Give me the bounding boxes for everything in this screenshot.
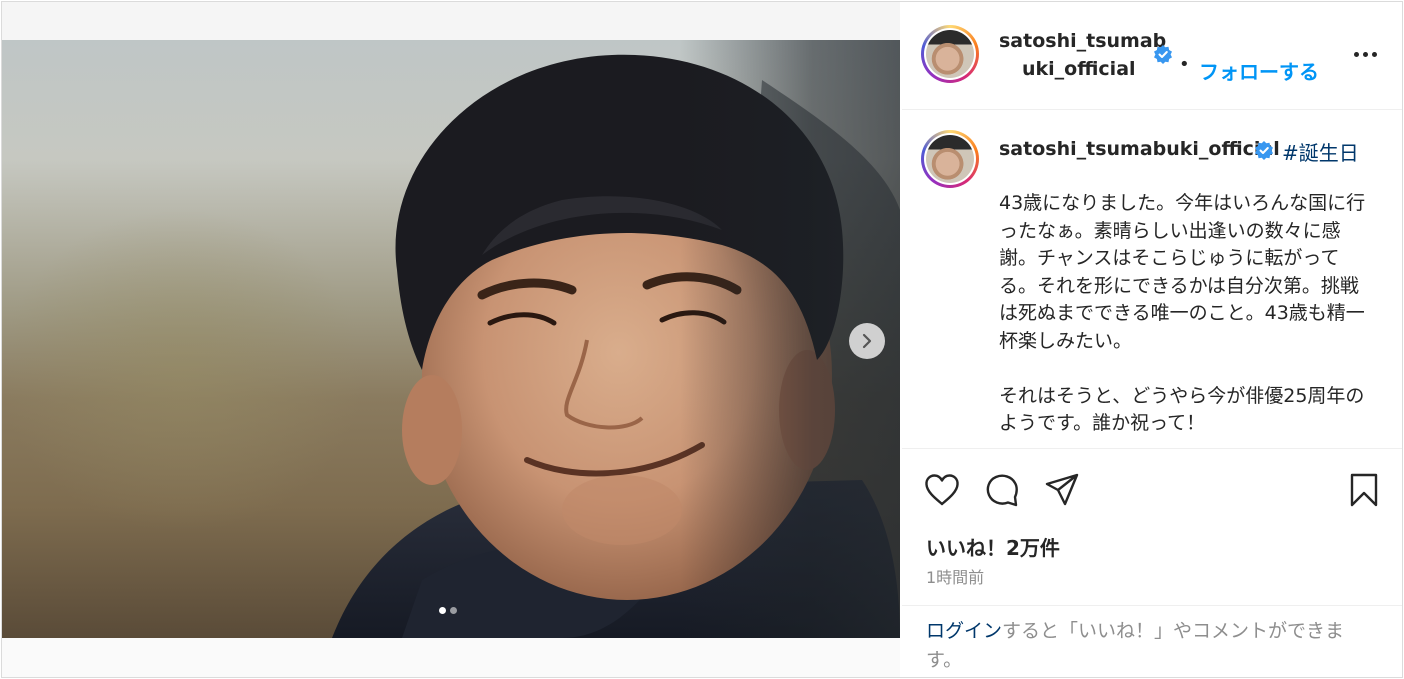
- share-icon: [1045, 473, 1079, 506]
- follow-button[interactable]: フォローする: [1199, 56, 1319, 85]
- share-button[interactable]: [1042, 470, 1082, 510]
- heart-icon: [925, 474, 959, 506]
- header-username-line1[interactable]: satoshi_tsumab: [999, 30, 1166, 52]
- verified-badge-icon: [1255, 141, 1273, 160]
- header-username-line2[interactable]: uki_official: [1022, 58, 1136, 80]
- carousel-indicator: [439, 607, 457, 614]
- like-count[interactable]: いいね！2万件: [926, 532, 1060, 561]
- post-timestamp[interactable]: 1時間前: [926, 564, 984, 588]
- avatar-image: [926, 30, 974, 78]
- caption-section: satoshi_tsumabuki_official #誕生日 43歳になりまし…: [902, 111, 1402, 449]
- comment-button[interactable]: [982, 470, 1022, 510]
- caption-text: 43歳になりました。今年はいろんな国に行ったなぁ。素晴らしい出逢いの数々に感謝。…: [999, 192, 1366, 434]
- comment-icon: [986, 474, 1018, 507]
- post-header: satoshi_tsumab uki_official • フォローする: [902, 2, 1402, 110]
- save-button[interactable]: [1344, 470, 1384, 510]
- caption-username[interactable]: satoshi_tsumabuki_official: [999, 138, 1280, 160]
- caption-avatar-image: [926, 135, 974, 183]
- login-prompt: ログインすると「いいね！」やコメントができます。: [902, 605, 1402, 677]
- carousel-dot: [450, 607, 457, 614]
- login-prompt-text: ログインすると「いいね！」やコメントができます。: [926, 617, 1376, 675]
- caption-avatar[interactable]: [921, 130, 979, 188]
- carousel-dot-active: [439, 607, 446, 614]
- post-sidebar: satoshi_tsumab uki_official • フォローする sat…: [902, 2, 1402, 677]
- post-photo[interactable]: [2, 40, 900, 638]
- verified-badge-icon: [1154, 45, 1172, 64]
- post-media: [2, 2, 900, 677]
- carousel-next-button[interactable]: [849, 323, 885, 359]
- avatar[interactable]: [921, 25, 979, 83]
- more-icon: [1353, 51, 1359, 57]
- bookmark-icon: [1350, 473, 1378, 507]
- action-bar: [902, 450, 1402, 530]
- media-bottom-bar: [2, 638, 900, 677]
- chevron-right-icon: [862, 333, 872, 349]
- follow-separator: •: [1179, 54, 1190, 75]
- more-options-button[interactable]: [1350, 44, 1380, 64]
- hashtag-link[interactable]: #誕生日: [1282, 137, 1359, 166]
- like-button[interactable]: [922, 470, 962, 510]
- login-link[interactable]: ログイン: [926, 620, 1002, 642]
